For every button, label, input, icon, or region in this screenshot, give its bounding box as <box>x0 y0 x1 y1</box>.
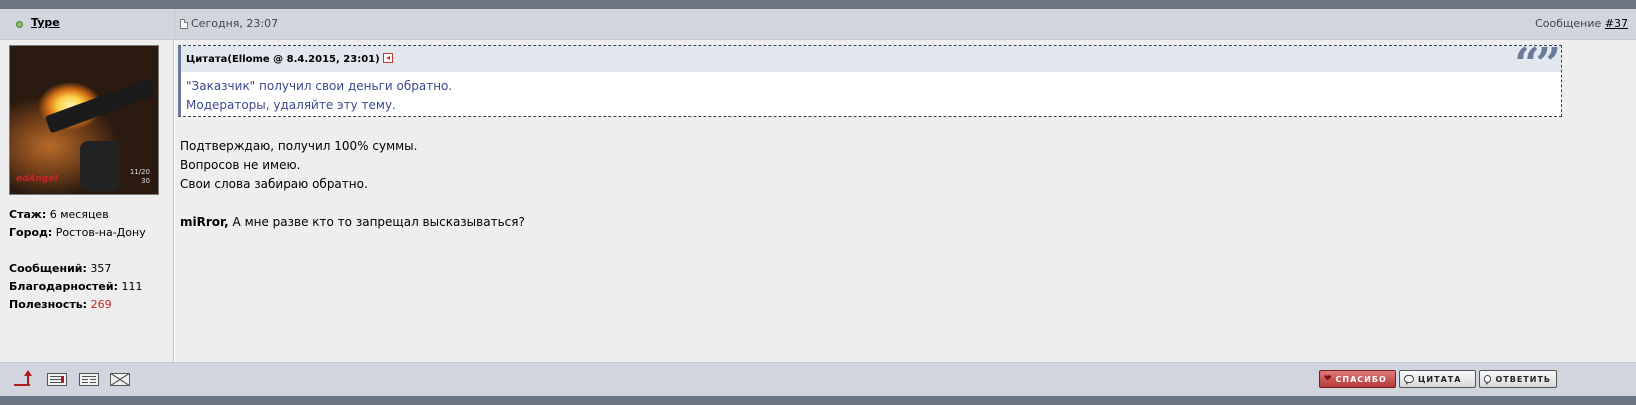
stat-thanks: Благодарностей: 111 <box>9 278 146 296</box>
post-number: Сообщение #37 <box>1535 17 1628 30</box>
mention-username: miRror, <box>180 215 229 229</box>
arrow-up-icon[interactable] <box>14 370 32 386</box>
quote-body: "Заказчик" получил свои деньги обратно. … <box>186 77 452 115</box>
message-reply-line: miRror, А мне разве кто то запрещал выск… <box>180 213 525 232</box>
quote-title: Цитата(Ellome @ 8.4.2015, 23:01) <box>186 53 393 65</box>
message-body: Подтверждаю, получил 100% суммы. Вопросо… <box>180 137 525 232</box>
quote-title-text: Цитата(Ellome @ 8.4.2015, 23:01) <box>186 54 380 65</box>
thanks-button[interactable]: ❤ СПАСИБО <box>1319 370 1396 388</box>
quote-button-label: ЦИТАТА <box>1418 374 1462 384</box>
forum-post: Type Сегодня, 23:07 Сообщение #37 edAnge… <box>0 9 1636 396</box>
stat-experience: Стаж: 6 месяцев <box>9 206 146 224</box>
mention-text: А мне разве кто то запрещал высказыватьс… <box>228 215 525 229</box>
avatar-gun-shape <box>44 78 157 134</box>
envelope-icon[interactable] <box>110 373 130 386</box>
speech-bubble-icon <box>1484 375 1492 385</box>
author-sidebar: edAngel 11/20 30 Стаж: 6 месяцев Город: … <box>0 40 174 362</box>
stat-messages: Сообщений: 357 <box>9 260 146 278</box>
stat-messages-label: Сообщений: <box>9 262 87 275</box>
stat-thanks-value: 111 <box>121 280 143 293</box>
post-footer: ❤ СПАСИБО ЦИТАТА ОТВЕТИТЬ <box>0 362 1636 396</box>
quote-line: Модераторы, удаляйте эту тему. <box>186 98 396 112</box>
quote-button[interactable]: ЦИТАТА <box>1399 370 1476 388</box>
bottom-bar <box>0 396 1636 405</box>
message-line: Свои слова забираю обратно. <box>180 177 368 191</box>
quote-line: "Заказчик" получил свои деньги обратно. <box>186 79 453 93</box>
message-line: Подтверждаю, получил 100% суммы. <box>180 139 418 153</box>
stat-usefulness-value: 269 <box>90 298 112 311</box>
author-username-link[interactable]: Type <box>31 16 60 29</box>
reply-button-label: ОТВЕТИТЬ <box>1495 374 1551 384</box>
online-status-dot-icon <box>16 21 23 28</box>
stat-usefulness-label: Полезность: <box>9 298 88 311</box>
reply-button[interactable]: ОТВЕТИТЬ <box>1479 370 1557 388</box>
stat-usefulness: Полезность: 269 <box>9 296 146 314</box>
quote-marks-icon: “” <box>1514 39 1561 90</box>
message-line: Вопросов не имею. <box>180 158 301 172</box>
profile-card-icon[interactable] <box>47 373 67 386</box>
stat-city-label: Город: <box>9 226 53 239</box>
quote-block: Цитата(Ellome @ 8.4.2015, 23:01) “” "Зак… <box>178 40 1562 117</box>
avatar: edAngel 11/20 30 <box>9 45 159 195</box>
post-header: Type Сегодня, 23:07 Сообщение #37 <box>0 9 1636 40</box>
speech-bubble-icon <box>1404 375 1414 385</box>
stat-city-value: Ростов-на-Дону <box>55 226 146 239</box>
thanks-button-label: СПАСИБО <box>1335 374 1387 384</box>
heart-icon: ❤ <box>1324 374 1332 384</box>
stat-thanks-label: Благодарностей: <box>9 280 118 293</box>
post-number-link[interactable]: #37 <box>1605 17 1628 30</box>
avatar-tag: edAngel <box>16 174 58 184</box>
header-divider <box>174 9 175 40</box>
avatar-hud-line2: 30 <box>141 177 150 185</box>
arrow-left-icon[interactable] <box>382 53 393 63</box>
business-card-icon[interactable] <box>79 373 99 386</box>
post-number-label: Сообщение <box>1535 17 1602 30</box>
stat-city: Город: Ростов-на-Дону <box>9 224 146 242</box>
author-stats: Стаж: 6 месяцев Город: Ростов-на-Дону Со… <box>9 206 146 314</box>
quote-header: Цитата(Ellome @ 8.4.2015, 23:01) “” <box>181 40 1561 90</box>
post-content: Цитата(Ellome @ 8.4.2015, 23:01) “” "Зак… <box>175 40 1636 362</box>
document-icon <box>180 19 188 29</box>
top-bar <box>0 0 1636 9</box>
avatar-hud: 11/20 30 <box>130 168 150 186</box>
stat-experience-value: 6 месяцев <box>49 208 109 221</box>
post-date: Сегодня, 23:07 <box>191 17 279 30</box>
avatar-hud-line1: 11/20 <box>129 168 150 176</box>
stat-messages-value: 357 <box>90 262 112 275</box>
stat-experience-label: Стаж: <box>9 208 47 221</box>
avatar-hand-shape <box>80 141 120 191</box>
